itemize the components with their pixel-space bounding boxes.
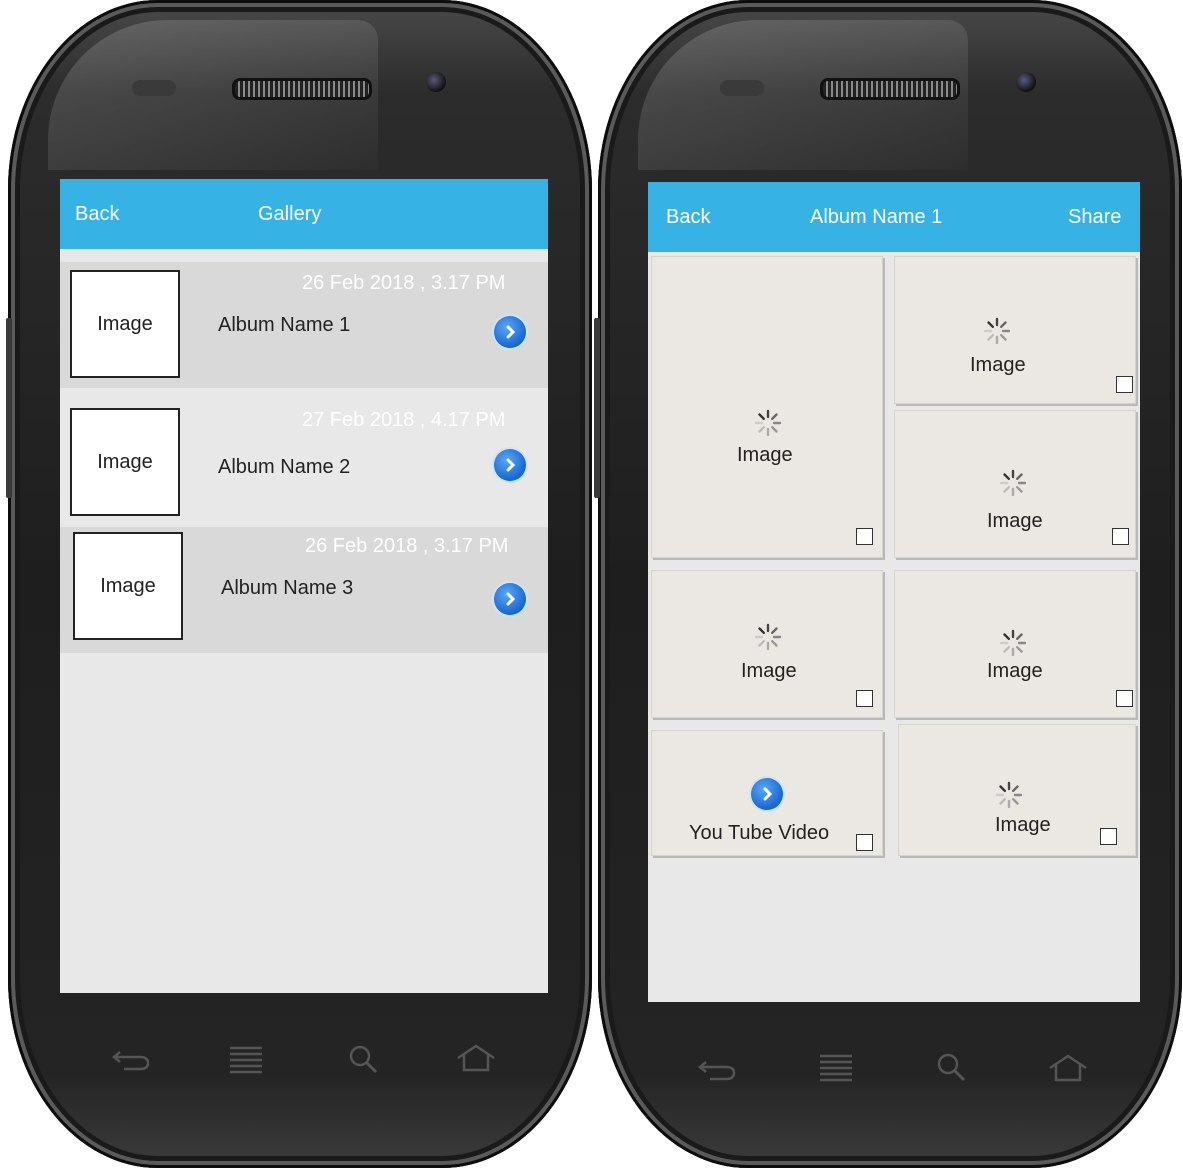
chevron-right-icon[interactable] (494, 449, 526, 481)
app-bar: Back Gallery (60, 179, 548, 249)
media-tile[interactable]: Image (651, 570, 883, 718)
menu-icon[interactable] (816, 1050, 856, 1086)
media-tile[interactable]: Image (894, 256, 1136, 404)
home-icon[interactable] (454, 1042, 498, 1074)
loading-spinner-icon (999, 629, 1027, 657)
loading-spinner-icon (754, 409, 782, 437)
app-bar: Back Album Name 1 Share (648, 182, 1140, 252)
tile-label: Image (987, 510, 1043, 532)
album-row-2[interactable]: Image 27 Feb 2018 , 4.17 PM Album Name 2 (60, 391, 548, 524)
select-checkbox[interactable] (856, 528, 873, 545)
loading-spinner-icon (999, 469, 1027, 497)
album-date: 26 Feb 2018 , 3.17 PM (302, 272, 506, 294)
tile-label: Image (987, 660, 1043, 682)
tile-label: You Tube Video (689, 822, 830, 844)
earpiece-speaker (232, 78, 372, 100)
front-camera (426, 72, 446, 92)
volume-button (6, 318, 12, 498)
back-button[interactable]: Back (666, 206, 710, 229)
share-button[interactable]: Share (1068, 206, 1121, 229)
album-name: Album Name 2 (218, 456, 351, 478)
video-tile[interactable]: You Tube Video (651, 730, 883, 856)
album-name: Album Name 1 (218, 314, 351, 336)
album-row-3[interactable]: Image 26 Feb 2018 , 3.17 PM Album Name 3 (60, 527, 548, 653)
media-tile[interactable]: Image (651, 256, 883, 558)
select-checkbox[interactable] (1116, 376, 1133, 393)
album-name: Album Name 3 (221, 577, 354, 599)
search-icon[interactable] (346, 1042, 380, 1076)
tile-label: Image (737, 444, 793, 466)
page-title: Album Name 1 (810, 206, 943, 228)
chevron-right-icon[interactable] (494, 316, 526, 348)
volume-button (594, 318, 600, 498)
back-icon[interactable] (696, 1054, 738, 1082)
loading-spinner-icon (983, 317, 1011, 345)
proximity-sensor (132, 80, 176, 96)
phone-right: Back Album Name 1 Share Image Image Imag… (594, 0, 1182, 1168)
earpiece-speaker (820, 78, 960, 100)
select-checkbox[interactable] (1112, 528, 1129, 545)
front-camera (1016, 72, 1036, 92)
menu-icon[interactable] (226, 1042, 266, 1078)
select-checkbox[interactable] (856, 834, 873, 851)
album-screen: Back Album Name 1 Share Image Image Imag… (648, 182, 1140, 1002)
chevron-right-icon[interactable] (494, 583, 526, 615)
album-thumbnail: Image (70, 408, 180, 516)
back-icon[interactable] (110, 1044, 152, 1072)
media-tile[interactable]: Image (894, 570, 1136, 718)
back-button[interactable]: Back (75, 203, 119, 226)
search-icon[interactable] (934, 1050, 968, 1084)
play-icon[interactable] (751, 778, 783, 810)
album-thumbnail: Image (73, 532, 183, 640)
album-date: 27 Feb 2018 , 4.17 PM (302, 409, 506, 431)
album-row-1[interactable]: Image 26 Feb 2018 , 3.17 PM Album Name 1 (60, 262, 548, 388)
select-checkbox[interactable] (1116, 690, 1133, 707)
media-tile[interactable]: Image (894, 410, 1136, 558)
proximity-sensor (720, 80, 764, 96)
phone-left: Back Gallery Image 26 Feb 2018 , 3.17 PM… (6, 0, 592, 1168)
album-date: 26 Feb 2018 , 3.17 PM (305, 535, 509, 557)
media-tile[interactable]: Image (898, 724, 1136, 856)
select-checkbox[interactable] (1100, 828, 1117, 845)
album-thumbnail: Image (70, 270, 180, 378)
home-icon[interactable] (1046, 1052, 1090, 1084)
select-checkbox[interactable] (856, 690, 873, 707)
page-title: Gallery (258, 203, 322, 225)
tile-label: Image (995, 814, 1051, 836)
gallery-screen: Back Gallery Image 26 Feb 2018 , 3.17 PM… (60, 179, 548, 993)
loading-spinner-icon (754, 623, 782, 651)
tile-label: Image (741, 660, 797, 682)
tile-label: Image (970, 354, 1026, 376)
loading-spinner-icon (995, 781, 1023, 809)
